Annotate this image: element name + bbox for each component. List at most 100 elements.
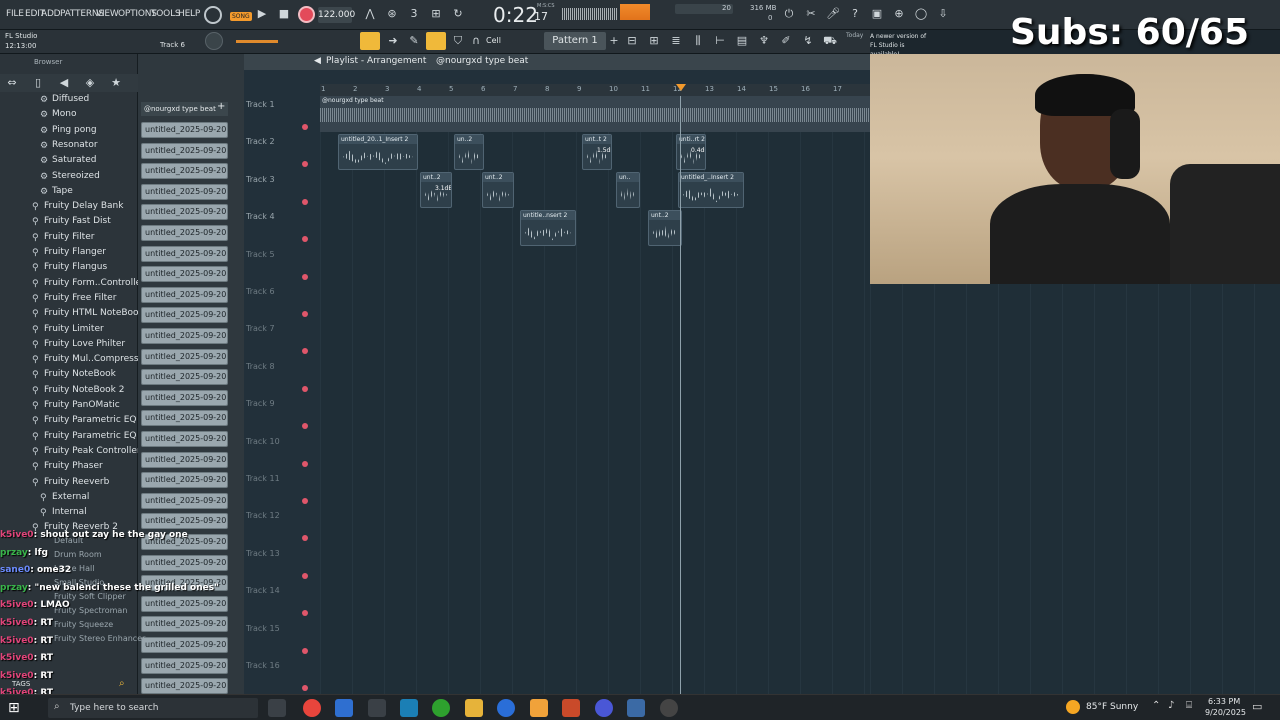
browser-item[interactable]: ⚲ External	[0, 492, 138, 506]
audio-clip-item[interactable]: untitled_2025-09-20 18-	[141, 451, 228, 468]
calculator-icon[interactable]	[627, 699, 645, 717]
shop-icon[interactable]: ⛟	[822, 33, 838, 49]
browser-item[interactable]: ⚲ Fruity Love Philter	[0, 339, 138, 353]
taskbar-search[interactable]: ⌕ Type here to search	[48, 698, 258, 718]
arrangement-clip[interactable]: un..2	[454, 134, 484, 170]
track-label[interactable]: Track 12	[246, 511, 306, 520]
channel-rack-icon[interactable]: ≣	[668, 33, 684, 49]
browser-item[interactable]: ⚙ Resonator	[0, 140, 138, 154]
audio-clip-item[interactable]: untitled_2025-09-20 18-	[141, 204, 228, 221]
fl-studio-icon[interactable]	[530, 699, 548, 717]
track-mute-dot[interactable]	[302, 498, 308, 504]
arrangement-clip[interactable]: unt..2	[482, 172, 514, 208]
file-explorer-icon[interactable]	[465, 699, 483, 717]
track-mute-dot[interactable]	[302, 685, 308, 691]
audio-clip-item[interactable]: untitled_2025-09-20 18-	[141, 245, 228, 262]
track-mute-dot[interactable]	[302, 124, 308, 130]
audio-clip-item[interactable]: untitled_2025-09-20 18-	[141, 225, 228, 241]
browser-item[interactable]: ⚲ Fruity PanOMatic	[0, 400, 138, 414]
browser-item[interactable]: ⚲ Fruity Flanger	[0, 247, 138, 261]
channel-header[interactable]: @nourgxd type beat	[141, 102, 228, 116]
browser-item[interactable]: ⚲ Fruity NoteBook	[0, 369, 138, 383]
audio-clip-item[interactable]: untitled_2025-09-20 18-	[141, 492, 228, 509]
browser-tree-icon[interactable]: ⊢	[712, 33, 728, 49]
tempo-display[interactable]: 122.000	[318, 7, 355, 23]
add-clip-icon[interactable]: +	[217, 101, 225, 112]
browser-item[interactable]: ⚲ Fruity Mul..Compressor	[0, 354, 148, 368]
browser-back-icon[interactable]: ◀	[56, 75, 72, 91]
metronome-icon[interactable]: ⋀	[362, 6, 378, 22]
browser-favorites-icon[interactable]: ★	[108, 75, 124, 91]
track-mute-dot[interactable]	[302, 572, 308, 579]
browser-item[interactable]: ⚲ Fruity Delay Bank	[0, 201, 138, 215]
browser-item[interactable]: ⚲ Internal	[0, 507, 138, 521]
menu-help[interactable]: HELP	[178, 9, 200, 19]
browser-item[interactable]: ⚙ Saturated	[0, 155, 138, 169]
browser-item[interactable]: ⚲ Fruity Filter	[0, 232, 138, 246]
audio-clip-item[interactable]: untitled_2025-09-20 18-	[141, 183, 228, 200]
track-mute-dot[interactable]	[302, 348, 308, 355]
browser-item[interactable]: ⚲ Fruity Peak Controller	[0, 446, 141, 460]
browser-db-icon[interactable]: ◈	[82, 75, 98, 91]
track-mute-dot[interactable]	[302, 385, 308, 392]
edge-icon[interactable]	[497, 699, 515, 717]
arrangement-clip[interactable]: untitled_20..1_Insert 2	[338, 134, 418, 170]
track-label[interactable]: Track 2	[246, 137, 306, 146]
browser-item[interactable]: ⚲ Fruity Phaser	[0, 461, 138, 475]
snap-selector[interactable]: Cell	[486, 36, 501, 45]
arrangement-clip[interactable]: untitle..nsert 2	[520, 210, 576, 246]
browser-item[interactable]: ⚲ Fruity NoteBook 2	[0, 385, 138, 399]
task-view-icon[interactable]	[268, 699, 286, 717]
project-icon[interactable]: ▤	[734, 33, 750, 49]
arrangement-grid[interactable]: @nourgxd type beat untitled_20..1_Insert…	[320, 96, 870, 694]
browser-item[interactable]: ⚲ Fruity Reeverb	[0, 477, 138, 491]
clock-time[interactable]: 6:33 PM	[1208, 697, 1240, 706]
track-label[interactable]: Track 10	[246, 437, 306, 446]
arrangement-clip[interactable]: un..	[616, 172, 640, 208]
time-mode-label[interactable]: M:S:CS	[537, 3, 555, 9]
track-label[interactable]: Track 11	[246, 474, 306, 483]
download-icon[interactable]: ⇩	[935, 6, 951, 22]
tray-chevron-icon[interactable]: ⌃	[1152, 700, 1160, 711]
track-label[interactable]: Track 1	[246, 100, 306, 109]
stamp-icon[interactable]: ⛉	[450, 33, 466, 49]
piano-roll-icon[interactable]: ⊞	[646, 33, 662, 49]
track-mute-dot[interactable]	[302, 535, 308, 542]
track-mute-dot[interactable]	[302, 610, 308, 617]
arrangement-clip[interactable]: unt..2 3.1dB	[420, 172, 452, 208]
audio-clip-item[interactable]: untitled_2025-09-20 18-	[141, 163, 228, 180]
menu-tools[interactable]: TOOLS	[151, 9, 181, 19]
browser-item[interactable]: ⚲ Fruity Limiter	[0, 324, 138, 338]
track-label[interactable]: Track 4	[246, 212, 306, 221]
browser-files-icon[interactable]: ▯	[30, 75, 46, 91]
browser-item[interactable]: ⚙ Diffused	[0, 94, 138, 108]
track-mute-dot[interactable]	[302, 647, 308, 654]
recording-mode-icon[interactable]	[204, 6, 222, 24]
browser-item[interactable]: ⚙ Tape	[0, 186, 138, 200]
track-mute-dot[interactable]	[302, 460, 308, 467]
track-label[interactable]: Track 6	[246, 287, 306, 296]
track1-audio-clip[interactable]: @nourgxd type beat	[320, 96, 870, 132]
track-mute-dot[interactable]	[302, 161, 308, 168]
browser-item[interactable]: ⚙ Mono	[0, 109, 138, 123]
countdown-icon[interactable]: 3	[406, 6, 422, 22]
song-mode-badge[interactable]: SONG	[230, 12, 252, 21]
save-icon[interactable]: ▣	[869, 6, 885, 22]
arrangement-clip[interactable]: unt..t 2 1.5dB	[582, 134, 612, 170]
audio-clip-item[interactable]: untitled_2025-09-20 18-	[141, 369, 228, 386]
track-label[interactable]: Track 7	[246, 324, 306, 333]
track-mute-dot[interactable]	[302, 423, 308, 430]
plugin-database-icon[interactable]: ⊕	[891, 6, 907, 22]
add-pattern-icon[interactable]: +	[606, 33, 622, 49]
stop-icon[interactable]: ■	[276, 6, 292, 22]
help-icon[interactable]: ?	[847, 6, 863, 22]
playlist-button[interactable]	[360, 32, 380, 50]
wait-record-icon[interactable]: ⊛	[384, 6, 400, 22]
microphone-icon[interactable]: 🎤︎	[825, 6, 841, 22]
timeline-ruler[interactable]: 1 2 3 4 5 6 7 8 9 10 11 12 13 14 15 16 17	[320, 84, 870, 96]
track-mute-dot[interactable]	[302, 273, 308, 280]
browser-item[interactable]: ⚲ Fruity Form..Controller	[0, 278, 145, 292]
audio-clip-item[interactable]: untitled_2025-09-20 18-	[141, 431, 228, 447]
arrangement-grid-extended[interactable]	[870, 284, 1280, 694]
track-label[interactable]: Track 9	[246, 399, 306, 408]
